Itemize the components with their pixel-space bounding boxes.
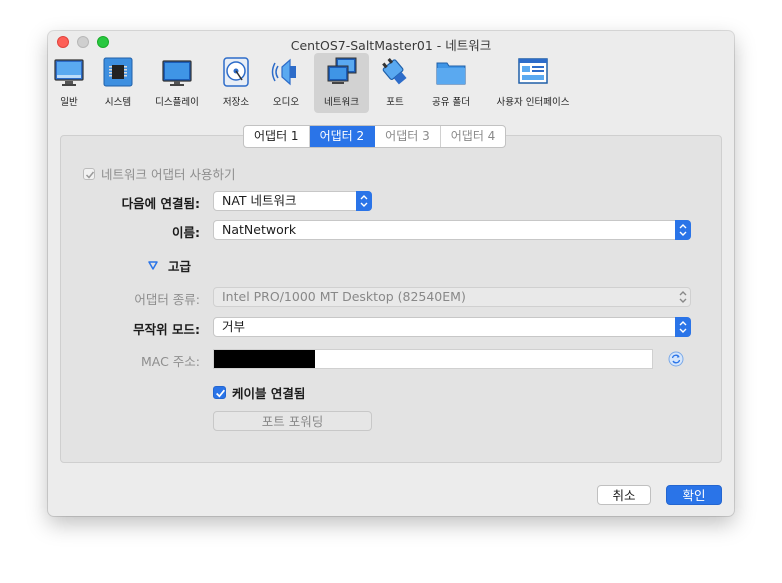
chevron-updown-icon — [675, 317, 691, 337]
toolbar-label: 일반 — [60, 97, 78, 108]
toolbar-item-ports[interactable]: 포트 — [375, 53, 415, 113]
refresh-mac-icon[interactable] — [668, 351, 684, 367]
settings-window: CentOS7-SaltMaster01 - 네트워크 일반 시스템 디스플레이… — [48, 31, 734, 516]
cable-connected-label: 케이블 연결됨 — [232, 386, 306, 401]
promiscuous-mode-select[interactable]: 거부 — [213, 317, 691, 337]
tab-adapter-1[interactable]: 어댑터 1 — [244, 126, 310, 147]
toolbar-label: 포트 — [386, 97, 404, 108]
tab-adapter-3[interactable]: 어댑터 3 — [375, 126, 441, 147]
disclosure-triangle-icon — [148, 261, 158, 270]
toolbar-label: 저장소 — [222, 97, 250, 108]
enable-adapter-label: 네트워크 어댑터 사용하기 — [101, 167, 236, 182]
audio-icon — [271, 58, 296, 86]
port-forwarding-button[interactable]: 포트 포워딩 — [213, 411, 372, 431]
toolbar-item-display[interactable]: 디스플레이 — [147, 53, 207, 113]
toolbar-item-shared-folders[interactable]: 공유 폴더 — [421, 53, 481, 113]
storage-icon — [223, 57, 249, 87]
display-icon — [162, 60, 192, 86]
mac-address-field[interactable] — [213, 349, 653, 369]
cable-connected-row: 케이블 연결됨 — [213, 383, 305, 402]
toolbar-label: 오디오 — [272, 97, 300, 108]
enable-adapter-row: 네트워크 어댑터 사용하기 — [83, 164, 235, 183]
chevron-updown-icon — [356, 191, 372, 211]
cancel-button[interactable]: 취소 — [597, 485, 651, 505]
shared-folder-icon — [436, 62, 466, 85]
window-title: CentOS7-SaltMaster01 - 네트워크 — [290, 38, 492, 53]
attached-to-select[interactable]: NAT 네트워크 — [213, 191, 372, 211]
general-icon — [54, 59, 84, 86]
toolbar-item-storage[interactable]: 저장소 — [216, 53, 256, 113]
toolbar-label: 디스플레이 — [155, 97, 199, 108]
mac-address-redaction — [214, 350, 315, 368]
toolbar-item-system[interactable]: 시스템 — [97, 53, 139, 113]
promiscuous-mode-value: 거부 — [222, 319, 246, 334]
adapter-type-value: Intel PRO/1000 MT Desktop (82540EM) — [222, 289, 466, 304]
chevron-updown-icon — [675, 220, 691, 240]
ports-icon — [382, 58, 407, 85]
adapter-type-label: 어댑터 종류: — [134, 292, 200, 307]
tab-adapter-4[interactable]: 어댑터 4 — [441, 126, 506, 147]
title-bar: CentOS7-SaltMaster01 - 네트워크 — [48, 31, 734, 53]
network-name-select[interactable]: NatNetwork — [213, 220, 691, 240]
network-icon — [327, 57, 356, 84]
attached-to-value: NAT 네트워크 — [222, 193, 297, 208]
system-icon — [103, 57, 133, 87]
toolbar-item-user-interface[interactable]: 사용자 인터페이스 — [488, 53, 578, 113]
user-interface-icon — [518, 58, 548, 84]
chevron-updown-icon — [675, 287, 691, 307]
promiscuous-mode-label: 무작위 모드: — [133, 322, 200, 337]
toolbar-item-network[interactable]: 네트워크 — [314, 53, 369, 113]
adapter-tabs: 어댑터 1 어댑터 2 어댑터 3 어댑터 4 — [243, 125, 507, 148]
attached-to-label: 다음에 연결됨: — [121, 196, 200, 211]
toolbar-label: 사용자 인터페이스 — [496, 97, 570, 108]
toolbar-label: 시스템 — [104, 97, 132, 108]
cable-connected-checkbox[interactable] — [213, 386, 226, 399]
adapter-type-select[interactable]: Intel PRO/1000 MT Desktop (82540EM) — [213, 287, 691, 307]
name-label: 이름: — [172, 225, 200, 240]
mac-address-label: MAC 주소: — [140, 354, 200, 369]
network-name-value: NatNetwork — [222, 222, 297, 237]
toolbar-item-audio[interactable]: 오디오 — [264, 53, 308, 113]
advanced-disclosure[interactable]: 고급 — [148, 256, 191, 275]
toolbar-label: 네트워크 — [324, 97, 359, 108]
settings-toolbar: 일반 시스템 디스플레이 저장소 오디오 네트워크 포트 공유 폴더 사용자 인… — [48, 53, 734, 115]
tab-adapter-2[interactable]: 어댑터 2 — [309, 126, 376, 147]
toolbar-label: 공유 폴더 — [432, 97, 470, 108]
ok-button[interactable]: 확인 — [666, 485, 722, 505]
advanced-label: 고급 — [168, 259, 192, 274]
toolbar-item-general[interactable]: 일반 — [49, 53, 89, 113]
enable-adapter-checkbox[interactable] — [83, 167, 95, 180]
